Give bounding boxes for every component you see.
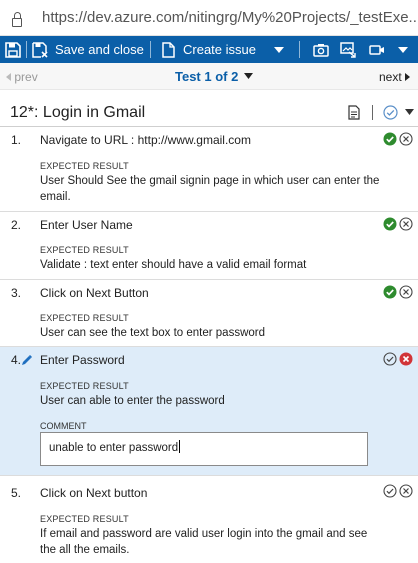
toolbar-separator [26,41,27,58]
video-camera-icon [369,44,384,55]
save-icon-button[interactable] [5,36,21,63]
test-step-1[interactable]: 1. Navigate to URL : http://www.gmail.co… [0,127,418,212]
more-options-dropdown[interactable] [398,36,408,63]
next-label: next [378,70,402,84]
fail-x-icon[interactable] [399,484,413,498]
step-action: Click on Next button [40,486,148,500]
toolbar-separator [299,41,300,58]
create-issue-button[interactable]: Create issue [162,36,256,63]
comment-text: unable to enter password [49,442,179,454]
pass-check-icon[interactable] [383,132,397,146]
step-status-controls [383,132,413,146]
test-case-header: 12*: Login in Gmail [0,97,418,127]
url-text[interactable]: https://dev.azure.com/nitingrg/My%20Proj… [42,9,418,26]
expected-result-text: If email and password are valid user log… [40,528,368,556]
capture-user-actions-button[interactable] [340,36,356,63]
status-dropdown-icon[interactable] [405,109,414,115]
step-action: Enter Password [40,353,125,367]
test-step-3[interactable]: 3. Click on Next Button EXPECTED RESULT … [0,280,418,347]
test-step-4[interactable]: 4. Enter Password EXPECTED RESULT User c… [0,347,418,476]
pencil-icon[interactable] [21,354,33,366]
camera-icon [313,43,329,57]
expected-result-label: EXPECTED RESULT [40,245,129,255]
expected-result-label: EXPECTED RESULT [40,161,129,171]
new-document-icon [162,41,175,58]
record-screen-button[interactable] [369,36,385,63]
save-and-close-label: Save and close [55,42,144,57]
fail-x-icon[interactable] [399,285,413,299]
chevron-left-icon [6,73,11,81]
expected-result-text: User Should See the gmail signin page in… [40,175,380,203]
pass-check-outline-icon[interactable] [383,484,397,498]
expected-result-label: EXPECTED RESULT [40,313,129,323]
save-icon [5,41,21,58]
lock-icon [12,12,22,27]
toolbar-separator [150,41,151,58]
step-action: Click on Next Button [40,286,149,300]
pass-check-icon[interactable] [383,285,397,299]
step-comment-input[interactable]: unable to enter password [40,432,368,466]
caret-down-icon [274,46,284,53]
test-selector-dropdown[interactable]: Test 1 of 2 [175,69,253,84]
step-status-controls [383,352,413,366]
fail-x-icon[interactable] [399,132,413,146]
test-navigation-bar: prev Test 1 of 2 next [0,63,418,90]
image-action-icon [340,41,356,58]
expected-result-text: User can see the text box to enter passw… [40,327,266,339]
expected-result-label: EXPECTED RESULT [40,514,129,524]
expected-result-text: User can able to enter the password [40,395,225,407]
step-number: 4. [11,353,22,367]
test-step-5[interactable]: 5. Click on Next button EXPECTED RESULT … [0,476,418,563]
text-caret [179,440,181,453]
step-status-controls [383,217,413,231]
prev-label: prev [14,70,38,84]
step-status-controls [383,484,413,498]
test-case-title: 12*: Login in Gmail [10,104,146,121]
test-step-2[interactable]: 2. Enter User Name EXPECTED RESULT Valid… [0,212,418,280]
fail-x-filled-icon[interactable] [399,352,413,366]
document-icon[interactable] [348,105,360,120]
caret-down-icon [243,73,253,79]
pass-check-icon[interactable] [383,217,397,231]
pass-check-outline-icon[interactable] [383,352,397,366]
test-counter: Test 1 of 2 [175,69,239,84]
expected-result-label: EXPECTED RESULT [40,381,129,391]
save-and-close-button[interactable]: Save and close [32,36,144,63]
comment-label: COMMENT [40,421,87,431]
prev-test-link[interactable]: prev [6,70,38,84]
step-number: 3. [11,286,22,300]
save-close-icon [32,41,48,58]
step-number: 5. [11,486,22,500]
step-number: 1. [11,133,22,147]
caret-down-icon [398,46,408,53]
step-status-controls [383,285,413,299]
create-issue-dropdown[interactable] [274,36,284,63]
fail-x-icon[interactable] [399,217,413,231]
create-issue-label: Create issue [183,42,256,57]
header-divider [372,105,373,120]
expected-result-text: Validate : text enter should have a vali… [40,259,307,271]
step-action: Navigate to URL : http://www.gmail.com [40,133,251,147]
chevron-right-icon [405,73,410,81]
runner-toolbar: Save and close Create issue [0,36,418,63]
step-action: Enter User Name [40,218,133,232]
browser-address-bar[interactable]: https://dev.azure.com/nitingrg/My%20Proj… [0,0,418,36]
step-number: 2. [11,218,22,232]
pass-all-icon[interactable] [383,105,398,120]
next-test-link[interactable]: next [379,70,410,84]
capture-screenshot-button[interactable] [313,36,329,63]
